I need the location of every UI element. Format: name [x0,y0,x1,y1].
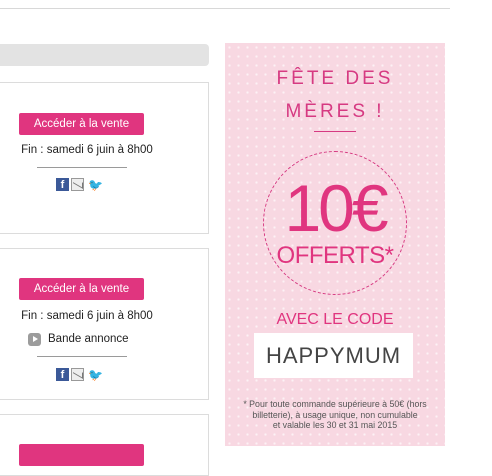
trailer-link[interactable]: Bande annonce [28,333,178,349]
sale-card: Accéder à la vente Fin : samedi 6 juin à… [0,82,209,234]
fine-print-line: et valable les 30 et 31 mai 2015 [272,420,398,430]
promo-code: HAPPYMUM [254,333,413,378]
sale-end-date: Fin : samedi 6 juin à 8h00 [21,144,153,156]
top-divider [0,8,450,9]
facebook-icon[interactable]: f [56,178,69,191]
promo-title-line: MÈRES ! [285,101,385,122]
fine-print-line: * Pour toute commande supérieure à 50€ (… [243,399,427,409]
sale-card: Accéder à la vente Fin : samedi 6 juin à… [0,248,209,400]
twitter-icon[interactable]: 🐦 [88,178,103,192]
promo-title-line: FÊTE DES [276,68,394,89]
divider [37,167,127,168]
promo-amount: 10€ [284,171,388,245]
share-icons: f 🐦 [56,177,106,193]
promo-title: FÊTE DES MÈRES ! [225,62,445,128]
email-icon[interactable] [71,368,84,381]
promo-offered: OFFERTS* [276,242,394,269]
trailer-label: Bande annonce [48,333,129,345]
share-icons: f 🐦 [56,367,106,383]
access-sale-button[interactable]: Accéder à la vente [19,278,144,300]
promo-divider [314,131,356,132]
play-icon [28,333,41,346]
promo-fine-print: * Pour toute commande supérieure à 50€ (… [231,399,439,431]
divider [37,356,127,357]
promo-with-code: AVEC LE CODE [276,311,394,328]
sale-end-date: Fin : samedi 6 juin à 8h00 [21,310,153,322]
section-header-bar [0,44,209,66]
twitter-icon[interactable]: 🐦 [88,368,103,382]
fine-print-line: billetterie), à usage unique, non cumula… [252,409,418,420]
access-sale-button[interactable] [19,444,144,466]
access-sale-button[interactable]: Accéder à la vente [19,113,144,135]
mothers-day-promo-banner[interactable]: FÊTE DES MÈRES ! 10€ OFFERTS* AVEC LE CO… [225,43,445,446]
facebook-icon[interactable]: f [56,368,69,381]
sale-card [0,414,209,476]
email-icon[interactable] [71,178,84,191]
